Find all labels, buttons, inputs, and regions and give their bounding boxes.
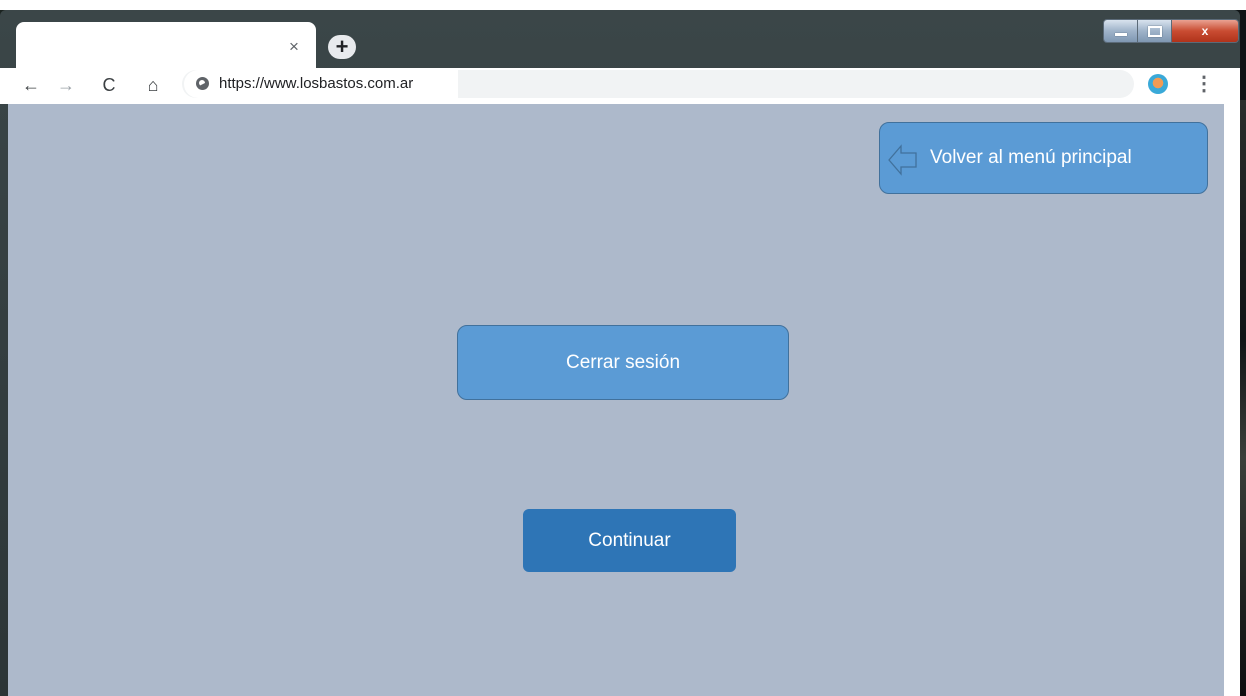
url-text[interactable]: https://www.losbastos.com.ar — [219, 75, 413, 92]
arrow-left-outline-icon — [888, 144, 917, 176]
home-icon[interactable]: ⌂ — [142, 74, 164, 96]
page-right-border — [1224, 104, 1240, 696]
continue-button[interactable]: Continuar — [523, 509, 736, 572]
reload-icon[interactable]: C — [98, 74, 120, 96]
forward-arrow-icon[interactable]: → — [55, 74, 77, 96]
close-icon: x — [1201, 24, 1209, 38]
back-to-main-menu-label: Volver al menú principal — [930, 147, 1132, 168]
close-window-button[interactable]: x — [1172, 20, 1238, 42]
page-content: Volver al menú principal Cerrar sesión C… — [8, 104, 1224, 696]
maximize-icon — [1147, 25, 1162, 37]
continue-label: Continuar — [588, 529, 671, 551]
back-arrow-icon[interactable]: ← — [20, 74, 42, 96]
maximize-button[interactable] — [1138, 20, 1172, 42]
browser-tab[interactable] — [16, 22, 316, 68]
minimize-icon — [1114, 32, 1127, 36]
logout-label: Cerrar sesión — [565, 351, 681, 373]
browser-toolbar: ← → C ⌂ https://www.losbastos.com.ar ⋮ — [0, 68, 1240, 104]
site-info-icon[interactable] — [196, 77, 209, 90]
minimize-button[interactable] — [1104, 20, 1138, 42]
logout-button[interactable]: Cerrar sesión — [457, 325, 789, 400]
window-controls: x — [1103, 19, 1239, 43]
screen: × + x ← → C ⌂ https://www.losbastos.com.… — [0, 0, 1246, 696]
address-bar[interactable]: https://www.losbastos.com.ar — [182, 70, 1134, 98]
profile-avatar-icon[interactable] — [1148, 74, 1168, 94]
back-to-main-menu-button[interactable]: Volver al menú principal — [879, 122, 1208, 194]
tab-close-icon[interactable]: × — [285, 38, 303, 56]
kebab-menu-icon[interactable]: ⋮ — [1194, 73, 1214, 97]
new-tab-button[interactable]: + — [328, 35, 356, 59]
